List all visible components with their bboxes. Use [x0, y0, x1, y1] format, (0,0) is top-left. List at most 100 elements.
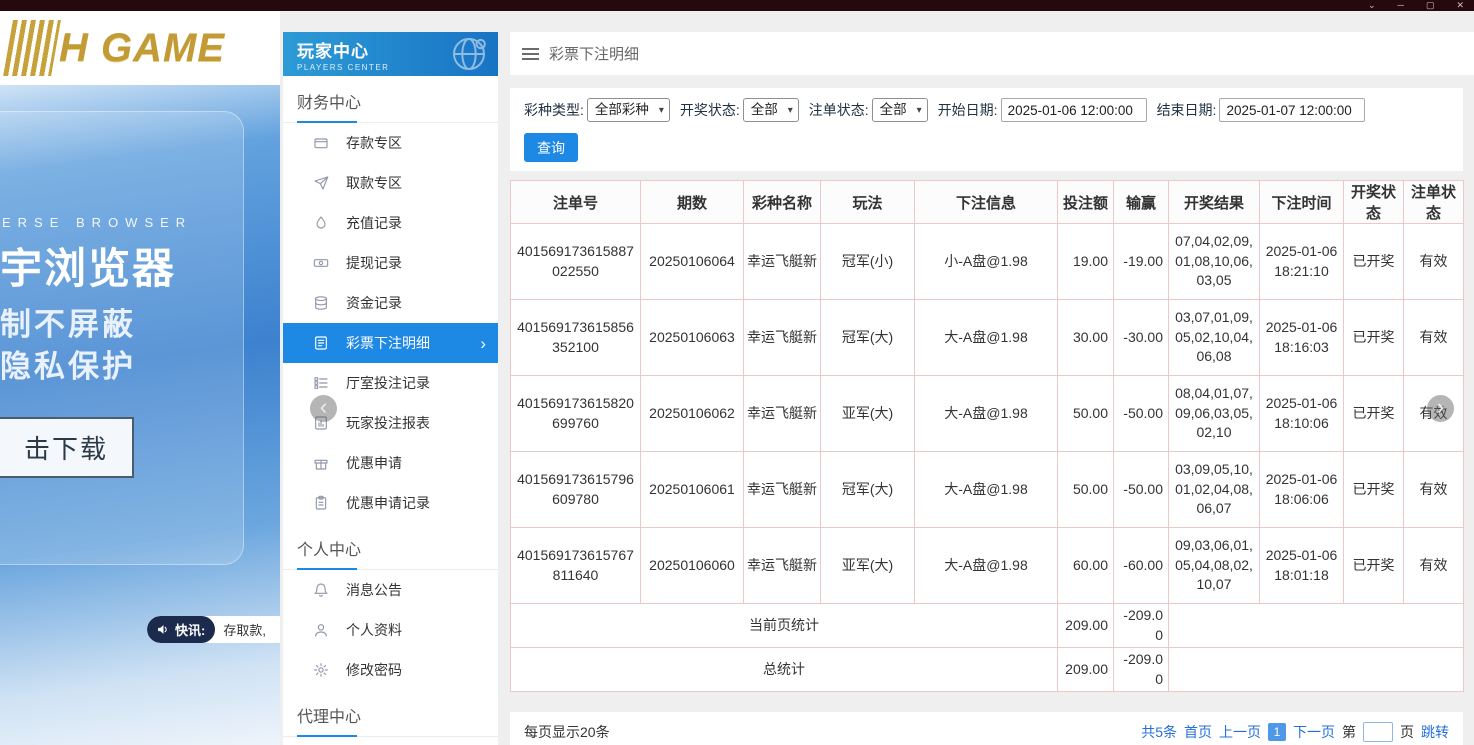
query-button[interactable]: 查询	[524, 133, 578, 162]
sidebar-item-label: 厅室投注记录	[346, 373, 430, 393]
summary-row: 总统计209.00-209.00	[511, 648, 1464, 692]
summary-bet-total: 209.00	[1058, 648, 1114, 692]
table-cell: 有效	[1404, 224, 1464, 300]
column-header: 投注额	[1058, 181, 1114, 224]
column-header: 注单号	[511, 181, 641, 224]
dropdown-caret-icon: ▾	[788, 99, 793, 123]
menu-toggle-icon[interactable]	[522, 48, 539, 60]
brand-logo[interactable]: H GAME	[0, 11, 280, 85]
start-date-input[interactable]	[1001, 98, 1147, 122]
table-cell: 2025-01-06 18:10:06	[1260, 376, 1344, 452]
withdraw-icon	[313, 175, 329, 191]
promo-banner[interactable]: ERSE BROWSER 宇浏览器 制不屏蔽 隐私保护 击下载 快讯: 存取款,	[0, 85, 280, 745]
window-menu-icon[interactable]: ⌄	[1368, 1, 1376, 10]
sidebar-item-withdraw[interactable]: 取款专区	[283, 163, 498, 203]
table-row: 40156917361585635210020250106063幸运飞艇新冠军(…	[511, 300, 1464, 376]
summary-spacer	[1169, 648, 1464, 692]
table-cell: 19.00	[1058, 224, 1114, 300]
sidebar-item-gear[interactable]: 修改密码	[283, 650, 498, 690]
sidebar-item-recharge[interactable]: 充值记录	[283, 203, 498, 243]
next-page-link[interactable]: 下一页	[1293, 722, 1335, 742]
bet-status-select[interactable]: 全部 ▾	[872, 98, 928, 122]
minimize-icon[interactable]: ─	[1398, 1, 1404, 10]
goto-page-input[interactable]	[1363, 722, 1393, 742]
end-date-input[interactable]	[1219, 98, 1365, 122]
table-cell: 50.00	[1058, 452, 1114, 528]
table-cell: 幸运飞艇新	[744, 452, 821, 528]
sidebar-item-label: 个人资料	[346, 620, 402, 640]
table-cell: 已开奖	[1344, 528, 1404, 604]
close-icon[interactable]: ✕	[1456, 1, 1464, 10]
goto-prefix-text: 第	[1342, 722, 1356, 742]
sidebar-item-label: 玩家投注报表	[346, 413, 430, 433]
deposit-icon	[313, 135, 329, 151]
sidebar-item-promo-record[interactable]: 优惠申请记录	[283, 483, 498, 523]
sidebar-header: 玩家中心 PLAYERS CENTER	[283, 32, 498, 76]
ticker-label: 快讯:	[175, 620, 205, 639]
summary-winloss-total: -209.00	[1114, 648, 1169, 692]
sidebar-item-deposit[interactable]: 存款专区	[283, 123, 498, 163]
start-date-label: 开始日期:	[938, 100, 998, 120]
sidebar-item-funds[interactable]: 资金记录	[283, 283, 498, 323]
globe-icon	[448, 34, 490, 74]
maximize-icon[interactable]: ▢	[1426, 1, 1435, 10]
table-cell: 20250106063	[641, 300, 744, 376]
promo-panel: H GAME ERSE BROWSER 宇浏览器 制不屏蔽 隐私保护 击下载 快…	[0, 11, 280, 745]
prev-page-link[interactable]: 上一页	[1219, 722, 1261, 742]
promo-record-icon	[313, 495, 329, 511]
sidebar-item-bet-detail[interactable]: 彩票下注明细›	[283, 323, 498, 363]
table-cell: 20250106061	[641, 452, 744, 528]
sidebar-item-promo[interactable]: 优惠申请	[283, 443, 498, 483]
first-page-link[interactable]: 首页	[1184, 722, 1212, 742]
bet-status-value: 全部	[880, 102, 907, 117]
pagination-bar: 每页显示20条 共5条 首页 上一页 1 下一页 第 页 跳转	[510, 712, 1463, 745]
carousel-prev-button[interactable]: ‹	[310, 395, 337, 422]
table-cell: 20250106062	[641, 376, 744, 452]
table-cell: 冠军(小)	[821, 224, 915, 300]
sidebar-item-label: 优惠申请	[346, 453, 402, 473]
sidebar-item-label: 取款专区	[346, 173, 402, 193]
download-button[interactable]: 击下载	[0, 417, 134, 478]
news-ticker[interactable]: 快讯: 存取款,	[147, 616, 280, 643]
gear-icon	[313, 662, 329, 678]
lottery-type-select[interactable]: 全部彩种 ▾	[587, 98, 670, 122]
sidebar-item-bell[interactable]: 消息公告	[283, 570, 498, 610]
hall-record-icon	[313, 375, 329, 391]
table-cell: 大-A盘@1.98	[915, 376, 1058, 452]
table-cell: 401569173615887022550	[511, 224, 641, 300]
table-cell: 亚军(大)	[821, 528, 915, 604]
page-title: 彩票下注明细	[549, 43, 639, 64]
table-cell: 幸运飞艇新	[744, 528, 821, 604]
promo-icon	[313, 455, 329, 471]
carousel-next-button[interactable]: ›	[1427, 395, 1454, 422]
current-page-indicator[interactable]: 1	[1268, 723, 1286, 741]
recharge-icon	[313, 215, 329, 231]
user-icon	[313, 622, 329, 638]
sidebar-section-title: 财务中心	[283, 76, 498, 123]
cashout-icon	[313, 255, 329, 271]
table-header-row: 注单号期数彩种名称玩法下注信息投注额输赢开奖结果下注时间开奖状态注单状态	[511, 181, 1464, 224]
sidebar-item-label: 提现记录	[346, 253, 402, 273]
logo-bars-icon	[3, 20, 61, 76]
table-cell: 有效	[1404, 528, 1464, 604]
table-cell: 大-A盘@1.98	[915, 452, 1058, 528]
goto-button[interactable]: 跳转	[1421, 722, 1449, 742]
column-header: 下注时间	[1260, 181, 1344, 224]
dropdown-caret-icon: ▾	[917, 99, 922, 123]
lottery-type-value: 全部彩种	[595, 102, 649, 117]
main-content: 彩票下注明细 彩种类型: 全部彩种 ▾ 开奖状态: 全部 ▾	[510, 32, 1463, 745]
draw-status-select[interactable]: 全部 ▾	[743, 98, 799, 122]
promo-feature-text-2: 隐私保护	[0, 341, 136, 386]
sidebar-item-cashout[interactable]: 提现记录	[283, 243, 498, 283]
sidebar-item-user[interactable]: 个人资料	[283, 610, 498, 650]
column-header: 注单状态	[1404, 181, 1464, 224]
table-cell: 2025-01-06 18:21:10	[1260, 224, 1344, 300]
table-cell: 幸运飞艇新	[744, 300, 821, 376]
chevron-right-icon: ›	[480, 335, 486, 352]
promo-headline-text: 宇浏览器	[0, 235, 176, 296]
table-cell: 已开奖	[1344, 376, 1404, 452]
app-window: ⌄ ─ ▢ ✕ H GAME ERSE BROWSER 宇浏览器 制不屏蔽 隐私…	[0, 0, 1474, 745]
table-cell: 2025-01-06 18:16:03	[1260, 300, 1344, 376]
table-cell: -30.00	[1114, 300, 1169, 376]
filter-panel: 彩种类型: 全部彩种 ▾ 开奖状态: 全部 ▾ 注单状态:	[510, 88, 1463, 171]
